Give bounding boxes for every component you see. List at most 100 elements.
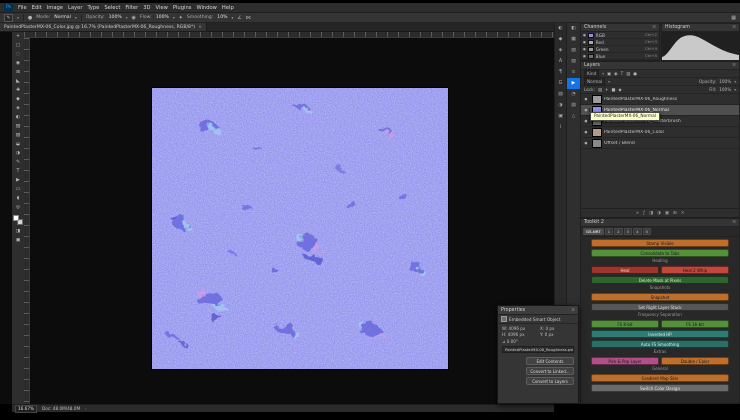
gradient-tool[interactable]: ▧	[12, 131, 24, 140]
smoothing-caret-icon[interactable]: ▾	[231, 16, 233, 20]
color-swatches[interactable]	[12, 215, 24, 227]
actions-panel-icon[interactable]: ▶	[567, 78, 580, 89]
layer-thumbnail[interactable]	[592, 139, 602, 148]
lock-all-icon[interactable]: ◆	[618, 87, 621, 92]
panel-menu-icon[interactable]: ≡	[652, 25, 656, 30]
menu-item-filter[interactable]: Filter	[125, 5, 138, 11]
history-panel-icon[interactable]: ◐	[555, 23, 566, 34]
zoom-tool[interactable]: ◎	[12, 203, 24, 212]
zoom-level-field[interactable]: 16.67%	[15, 405, 37, 413]
paragraph-panel-icon[interactable]: ¶	[555, 67, 566, 78]
mode-caret-icon[interactable]: ▾	[75, 16, 77, 20]
clone-stamp-tool[interactable]: ◈	[12, 104, 24, 113]
panel-menu-icon[interactable]: ≡	[732, 25, 736, 30]
filter-shape-icon[interactable]: ▨	[626, 71, 630, 76]
toolkit-tab[interactable]: 5	[643, 228, 651, 235]
clone-source-panel-icon[interactable]: ◈	[555, 45, 566, 56]
toolkit-tab[interactable]: GS-NRT	[583, 228, 604, 235]
menu-item-select[interactable]: Select	[104, 5, 120, 11]
glyphs-panel-icon[interactable]: G	[555, 78, 566, 89]
toolkit-tab[interactable]: 3	[624, 228, 632, 235]
action-button[interactable]: Double / Color	[661, 357, 729, 365]
paths-panel-icon[interactable]: △	[567, 111, 580, 122]
layer-row[interactable]: ● PaintedPlasterMX-06_Color	[581, 127, 739, 138]
brush-settings-panel-icon[interactable]: ◆	[555, 34, 566, 45]
add-mask-icon[interactable]: ◨	[649, 211, 653, 216]
menu-item-view[interactable]: View	[156, 5, 168, 11]
action-button[interactable]: Pick & Pop Layer	[591, 357, 659, 365]
flow-value[interactable]: 100%	[156, 15, 169, 20]
visibility-eye-icon[interactable]: ●	[583, 97, 590, 101]
filter-smart-icon[interactable]: ●	[633, 71, 637, 76]
character-panel-icon[interactable]: A	[555, 56, 566, 67]
type-tool[interactable]: T	[12, 167, 24, 176]
action-button[interactable]: Gradient Map Skin	[591, 374, 729, 382]
flow-caret-icon[interactable]: ▾	[173, 16, 175, 20]
height-field[interactable]: H: 4096 px	[502, 332, 536, 337]
properties-panel-icon[interactable]: ≡	[567, 67, 580, 78]
eyedropper-tool[interactable]: ◣	[12, 77, 24, 86]
action-button[interactable]: Stamp Visible	[591, 239, 729, 247]
convert-to-linked-button[interactable]: Convert to Linked...	[526, 367, 574, 375]
opacity-caret-icon[interactable]: ▾	[126, 16, 128, 20]
channel-row-red[interactable]: ● Red Ctrl+3	[581, 39, 659, 46]
action-button[interactable]: FS 16-bit	[661, 320, 729, 328]
blend-caret-icon[interactable]: ▾	[608, 80, 610, 84]
visibility-eye-icon[interactable]: ●	[583, 108, 590, 112]
y-field[interactable]: Y: 0 px	[540, 332, 574, 337]
document-tab[interactable]: PaintedPlasterMX-06_Color.jpg @ 16.7% (P…	[0, 23, 207, 31]
delete-layer-icon[interactable]: ✕	[681, 211, 685, 216]
pen-tool[interactable]: ✎	[12, 158, 24, 167]
action-button[interactable]: Switch Color Design	[591, 384, 729, 392]
lasso-tool[interactable]: ◌	[12, 50, 24, 59]
x-field[interactable]: X: 0 px	[540, 326, 574, 331]
screen-mode-icon[interactable]: ▣	[12, 236, 24, 245]
quick-mask-icon[interactable]: ◨	[12, 227, 24, 236]
channel-row-rgb[interactable]: ● RGB Ctrl+2	[581, 32, 659, 39]
libraries-panel-icon[interactable]: ▤	[555, 89, 566, 100]
shape-tool[interactable]: ▭	[12, 185, 24, 194]
menu-item-help[interactable]: Help	[222, 5, 234, 11]
action-button[interactable]: Consolidate to Tabs	[591, 249, 729, 257]
action-button[interactable]: FS 8-bit	[591, 320, 659, 328]
menu-item-file[interactable]: File	[18, 5, 27, 11]
layer-thumbnail[interactable]	[592, 95, 602, 104]
layer-filter-select[interactable]: Kind	[584, 70, 599, 78]
fill-value[interactable]: 100%	[719, 87, 731, 92]
crop-tool[interactable]: ⊞	[12, 68, 24, 77]
angle-field[interactable]: ⊿ 0.00°	[498, 339, 578, 344]
lock-transparency-icon[interactable]: ▨	[598, 87, 602, 92]
layer-name[interactable]: PaintedPlasterMX-06_Roughness	[604, 97, 677, 102]
status-options-caret-icon[interactable]: ›	[85, 407, 86, 411]
link-layers-icon[interactable]: ∞	[636, 211, 640, 216]
visibility-eye-icon[interactable]: ●	[583, 47, 586, 51]
visibility-eye-icon[interactable]: ●	[583, 54, 586, 58]
timeline-panel-icon[interactable]: ◔	[567, 89, 580, 100]
healing-brush-tool[interactable]: ✚	[12, 86, 24, 95]
layer-row[interactable]: ● PaintedPlasterMX-06_Roughness	[581, 94, 739, 105]
menu-item-plugins[interactable]: Plugins	[173, 5, 192, 11]
path-select-tool[interactable]: ▶	[12, 176, 24, 185]
swatches-panel-icon[interactable]: ▦	[567, 34, 580, 45]
action-button[interactable]: Heal 2 Whip	[661, 266, 729, 274]
panel-menu-icon[interactable]: ≡	[571, 308, 575, 313]
menu-item-edit[interactable]: Edit	[32, 5, 42, 11]
toolkit-tab[interactable]: 1	[605, 228, 613, 235]
visibility-eye-icon[interactable]: ●	[583, 130, 590, 134]
menu-item-layer[interactable]: Layer	[68, 5, 82, 11]
adjustment-layer-icon[interactable]: ◑	[657, 211, 661, 216]
pressure-opacity-icon[interactable]: ◉	[132, 15, 136, 21]
channel-row-blue[interactable]: ● Blue Ctrl+5	[581, 53, 659, 60]
tool-preset-caret-icon[interactable]: ▾	[17, 16, 19, 20]
adjustments-panel-icon[interactable]: ◑	[555, 100, 566, 111]
panel-menu-icon[interactable]: ≡	[732, 220, 736, 225]
channel-row-green[interactable]: ● Green Ctrl+4	[581, 46, 659, 53]
smoothing-value[interactable]: 10%	[217, 15, 227, 20]
opacity-value[interactable]: 100%	[109, 15, 122, 20]
convert-to-layers-button[interactable]: Convert to Layers	[526, 377, 574, 385]
menu-item-window[interactable]: Window	[196, 5, 216, 11]
document-canvas[interactable]	[152, 88, 448, 369]
fill-caret-icon[interactable]: ▾	[734, 88, 736, 92]
new-layer-icon[interactable]: ⊞	[673, 211, 677, 216]
toolkit-tab[interactable]: 4	[633, 228, 641, 235]
